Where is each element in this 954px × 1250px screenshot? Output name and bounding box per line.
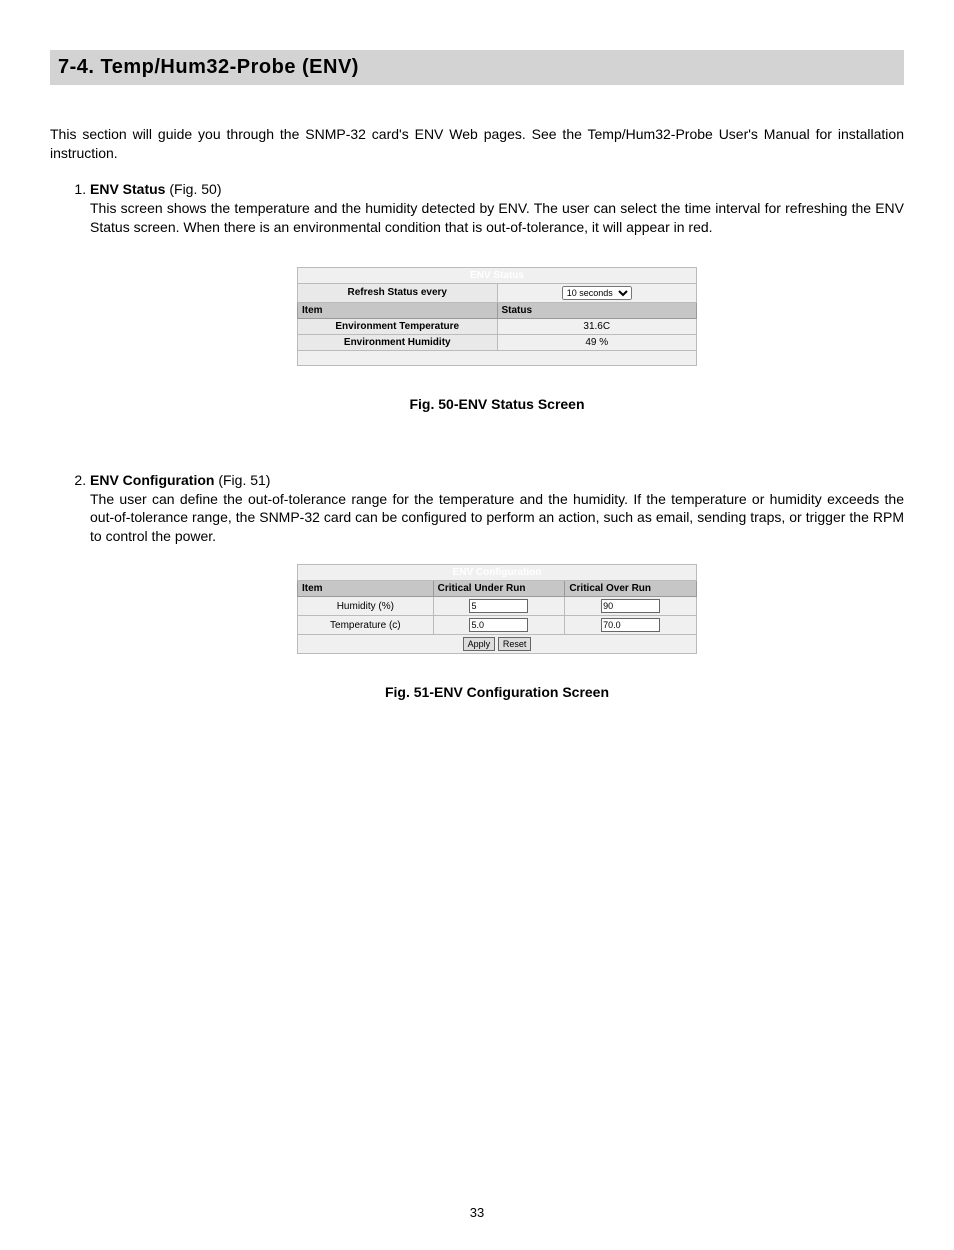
refresh-select[interactable]: 10 seconds (562, 286, 632, 300)
apply-button[interactable]: Apply (463, 637, 496, 651)
col-status: Status (497, 302, 697, 318)
list-item-2: ENV Configuration (Fig. 51) The user can… (90, 472, 904, 701)
cfg-temp-over-input[interactable] (601, 618, 660, 632)
numbered-list: ENV Status (Fig. 50) This screen shows t… (50, 181, 904, 700)
cfg-hum-over-cell (565, 597, 697, 616)
intro-paragraph: This section will guide you through the … (50, 125, 904, 163)
env-config-table: ENV Configuration Item Critical Under Ru… (297, 564, 697, 654)
cfg-col-over: Critical Over Run (565, 581, 697, 597)
item2-body: The user can define the out-of-tolerance… (90, 490, 904, 547)
cfg-hum-under-input[interactable] (469, 599, 528, 613)
page-number: 33 (50, 1205, 904, 1220)
item2-title: ENV Configuration (90, 472, 214, 488)
env-status-table: ENV Status Refresh Status every 10 secon… (297, 267, 697, 366)
fig50-wrap: ENV Status Refresh Status every 10 secon… (90, 267, 904, 366)
row-temp-value: 31.6C (497, 318, 697, 334)
cfg-col-item: Item (298, 581, 434, 597)
cfg-temp-under-cell (433, 616, 565, 635)
fig51-caption: Fig. 51-ENV Configuration Screen (90, 684, 904, 700)
cfg-hum-under-cell (433, 597, 565, 616)
item1-title: ENV Status (90, 181, 165, 197)
fig51-wrap: ENV Configuration Item Critical Under Ru… (90, 564, 904, 654)
cfg-temp-label: Temperature (c) (298, 616, 434, 635)
row-hum-label: Environment Humidity (298, 334, 498, 350)
cfg-col-under: Critical Under Run (433, 581, 565, 597)
refresh-cell: 10 seconds (497, 283, 697, 302)
env-status-footer (298, 350, 697, 365)
refresh-label: Refresh Status every (298, 283, 498, 302)
item1-ref: (Fig. 50) (165, 181, 221, 197)
fig50-caption: Fig. 50-ENV Status Screen (90, 396, 904, 412)
reset-button[interactable]: Reset (498, 637, 532, 651)
list-item-1: ENV Status (Fig. 50) This screen shows t… (90, 181, 904, 412)
cfg-hum-over-input[interactable] (601, 599, 660, 613)
env-status-title: ENV Status (298, 267, 697, 283)
env-config-footer: Apply Reset (298, 635, 697, 654)
row-temp-label: Environment Temperature (298, 318, 498, 334)
env-config-title: ENV Configuration (298, 565, 697, 581)
item1-body: This screen shows the temperature and th… (90, 199, 904, 237)
cfg-temp-over-cell (565, 616, 697, 635)
cfg-hum-label: Humidity (%) (298, 597, 434, 616)
section-header: 7-4. Temp/Hum32-Probe (ENV) (50, 50, 904, 85)
row-hum-value: 49 % (497, 334, 697, 350)
cfg-temp-under-input[interactable] (469, 618, 528, 632)
col-item: Item (298, 302, 498, 318)
item2-ref: (Fig. 51) (214, 472, 270, 488)
